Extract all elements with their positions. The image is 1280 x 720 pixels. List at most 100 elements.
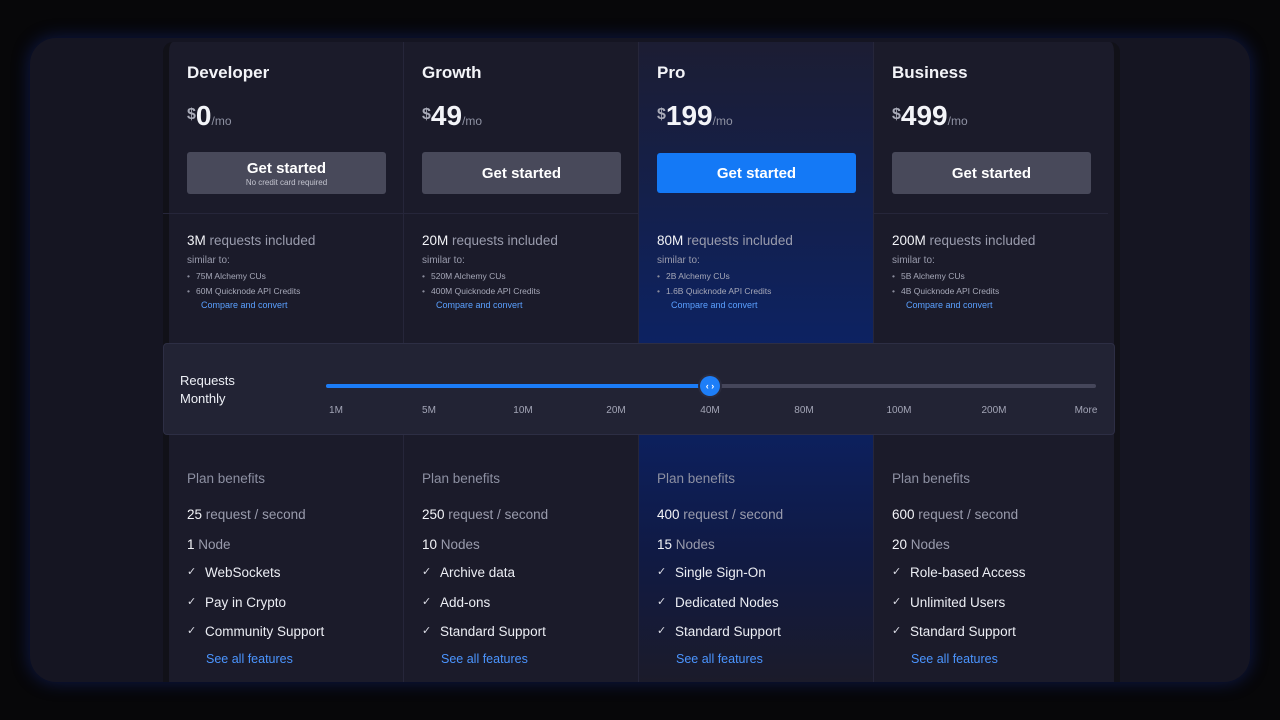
requests-suffix: requests included	[683, 233, 793, 248]
feature-label: Role-based Access	[910, 565, 1026, 580]
requests-per-second: 600 request / second	[892, 507, 1018, 522]
get-started-button[interactable]: Get started No credit card required	[187, 152, 386, 194]
check-icon: ✓	[892, 625, 902, 637]
requests-value: 200M	[892, 233, 926, 248]
requests-included: 80M requests included	[657, 233, 793, 248]
nodes-suffix: Nodes	[437, 537, 480, 552]
plan-price: $0/mo	[187, 100, 232, 132]
slider-tick-label[interactable]: More	[1075, 405, 1098, 416]
requests-included: 20M requests included	[422, 233, 558, 248]
price-amount: 0	[195, 100, 212, 131]
price-period: /mo	[712, 114, 733, 128]
requests-per-second: 250 request / second	[422, 507, 548, 522]
nodes-suffix: Nodes	[907, 537, 950, 552]
rps-value: 600	[892, 507, 915, 522]
similar-item: 1.6B Quicknode API Credits	[657, 284, 771, 299]
slider-tick-label[interactable]: 100M	[886, 405, 911, 416]
requests-per-second: 400 request / second	[657, 507, 783, 522]
slider-tick-label[interactable]: 10M	[513, 405, 532, 416]
feature-label: Standard Support	[440, 624, 546, 639]
feature-item: ✓ Add-ons	[422, 588, 546, 618]
check-icon: ✓	[422, 625, 432, 637]
feature-list: ✓ Single Sign-On ✓ Dedicated Nodes ✓ Standard…	[657, 558, 781, 647]
requests-per-second: 25 request / second	[187, 507, 306, 522]
slider-tick-label[interactable]: 5M	[422, 405, 436, 416]
plan-benefits-title: Plan benefits	[892, 471, 971, 486]
slider-tick-label[interactable]: 80M	[794, 405, 813, 416]
feature-item: ✓ Standard Support	[892, 617, 1026, 647]
feature-label: WebSockets	[205, 565, 281, 580]
compare-and-convert-link[interactable]: Compare and convert	[436, 300, 523, 310]
feature-item: ✓ Pay in Crypto	[187, 588, 324, 618]
node-count: 15 Nodes	[657, 537, 715, 552]
check-icon: ✓	[187, 625, 197, 637]
no-credit-card-note: No credit card required	[245, 177, 328, 187]
check-icon: ✓	[657, 566, 667, 578]
rps-suffix: request / second	[202, 507, 306, 522]
feature-label: Add-ons	[440, 594, 491, 610]
slider-tick-label[interactable]: 1M	[329, 405, 343, 416]
rps-suffix: request / second	[679, 507, 784, 522]
plan-name: Growth	[422, 63, 482, 82]
price-period: /mo	[947, 114, 968, 128]
feature-item: ✓ Dedicated Nodes	[657, 588, 781, 618]
similar-to-label: similar to:	[657, 255, 700, 266]
requests-slider-track[interactable]: ‹ ›	[326, 376, 1096, 396]
similar-list: 2B Alchemy CUs1.6B Quicknode API Credits	[657, 269, 771, 299]
similar-list: 520M Alchemy CUs400M Quicknode API Credi…	[422, 269, 540, 299]
get-started-button[interactable]: Get started	[657, 153, 856, 193]
feature-label: Single Sign-On	[675, 565, 766, 580]
feature-item: ✓ WebSockets	[187, 558, 324, 588]
get-started-label: Get started	[951, 164, 1032, 182]
feature-item: ✓ Unlimited Users	[892, 588, 1026, 618]
nodes-value: 10	[422, 537, 438, 552]
get-started-label: Get started	[716, 164, 797, 182]
requests-value: 20M	[422, 233, 449, 248]
similar-item: 5B Alchemy CUs	[892, 269, 999, 284]
get-started-button[interactable]: Get started	[892, 152, 1091, 194]
similar-item: 4B Quicknode API Credits	[892, 284, 999, 299]
requests-included: 200M requests included	[892, 233, 1035, 248]
nodes-suffix: Nodes	[672, 537, 715, 552]
price-currency: $	[892, 106, 901, 123]
slider-handle-arrows-icon[interactable]: ‹ ›	[700, 376, 720, 396]
see-all-features-link[interactable]: See all features	[206, 652, 293, 666]
plan-benefits-title: Plan benefits	[657, 471, 736, 486]
price-currency: $	[187, 106, 196, 123]
see-all-features-link[interactable]: See all features	[441, 652, 528, 666]
check-icon: ✓	[657, 595, 667, 608]
compare-and-convert-link[interactable]: Compare and convert	[201, 300, 288, 310]
feature-label: Dedicated Nodes	[675, 594, 779, 610]
slider-tick-label[interactable]: 20M	[606, 405, 625, 416]
feature-list: ✓ WebSockets ✓ Pay in Crypto ✓ Community Supp…	[187, 558, 324, 647]
nodes-value: 20	[892, 537, 908, 552]
get-started-label: Get started	[481, 164, 562, 182]
compare-and-convert-link[interactable]: Compare and convert	[671, 300, 758, 310]
plan-name: Pro	[657, 63, 686, 82]
check-icon: ✓	[187, 595, 197, 608]
slider-tick-label[interactable]: 40M	[700, 405, 719, 416]
slider-track-fill	[326, 384, 710, 388]
see-all-features-link[interactable]: See all features	[911, 652, 998, 666]
similar-to-label: similar to:	[422, 255, 465, 266]
price-currency: $	[422, 106, 431, 123]
compare-and-convert-link[interactable]: Compare and convert	[906, 300, 993, 310]
slider-tick-label[interactable]: 200M	[981, 405, 1006, 416]
nodes-value: 15	[657, 537, 673, 552]
slider-label-line2: Monthly	[180, 391, 226, 406]
feature-list: ✓ Archive data ✓ Add-ons ✓ Standard Support	[422, 558, 546, 647]
slider-label-line1: Requests	[180, 373, 235, 388]
rps-value: 250	[422, 507, 445, 522]
similar-list: 5B Alchemy CUs4B Quicknode API Credits	[892, 269, 999, 299]
feature-item: ✓ Archive data	[422, 558, 546, 588]
requests-value: 3M	[187, 233, 206, 248]
plan-price: $499/mo	[892, 100, 968, 132]
feature-item: ✓ Community Support	[187, 617, 324, 647]
get-started-button[interactable]: Get started	[422, 152, 621, 194]
nodes-suffix: Node	[194, 537, 231, 552]
node-count: 10 Nodes	[422, 537, 480, 552]
see-all-features-link[interactable]: See all features	[676, 652, 763, 666]
price-amount: 199	[665, 100, 713, 131]
feature-item: ✓ Standard Support	[422, 617, 546, 647]
price-amount: 499	[900, 100, 948, 131]
